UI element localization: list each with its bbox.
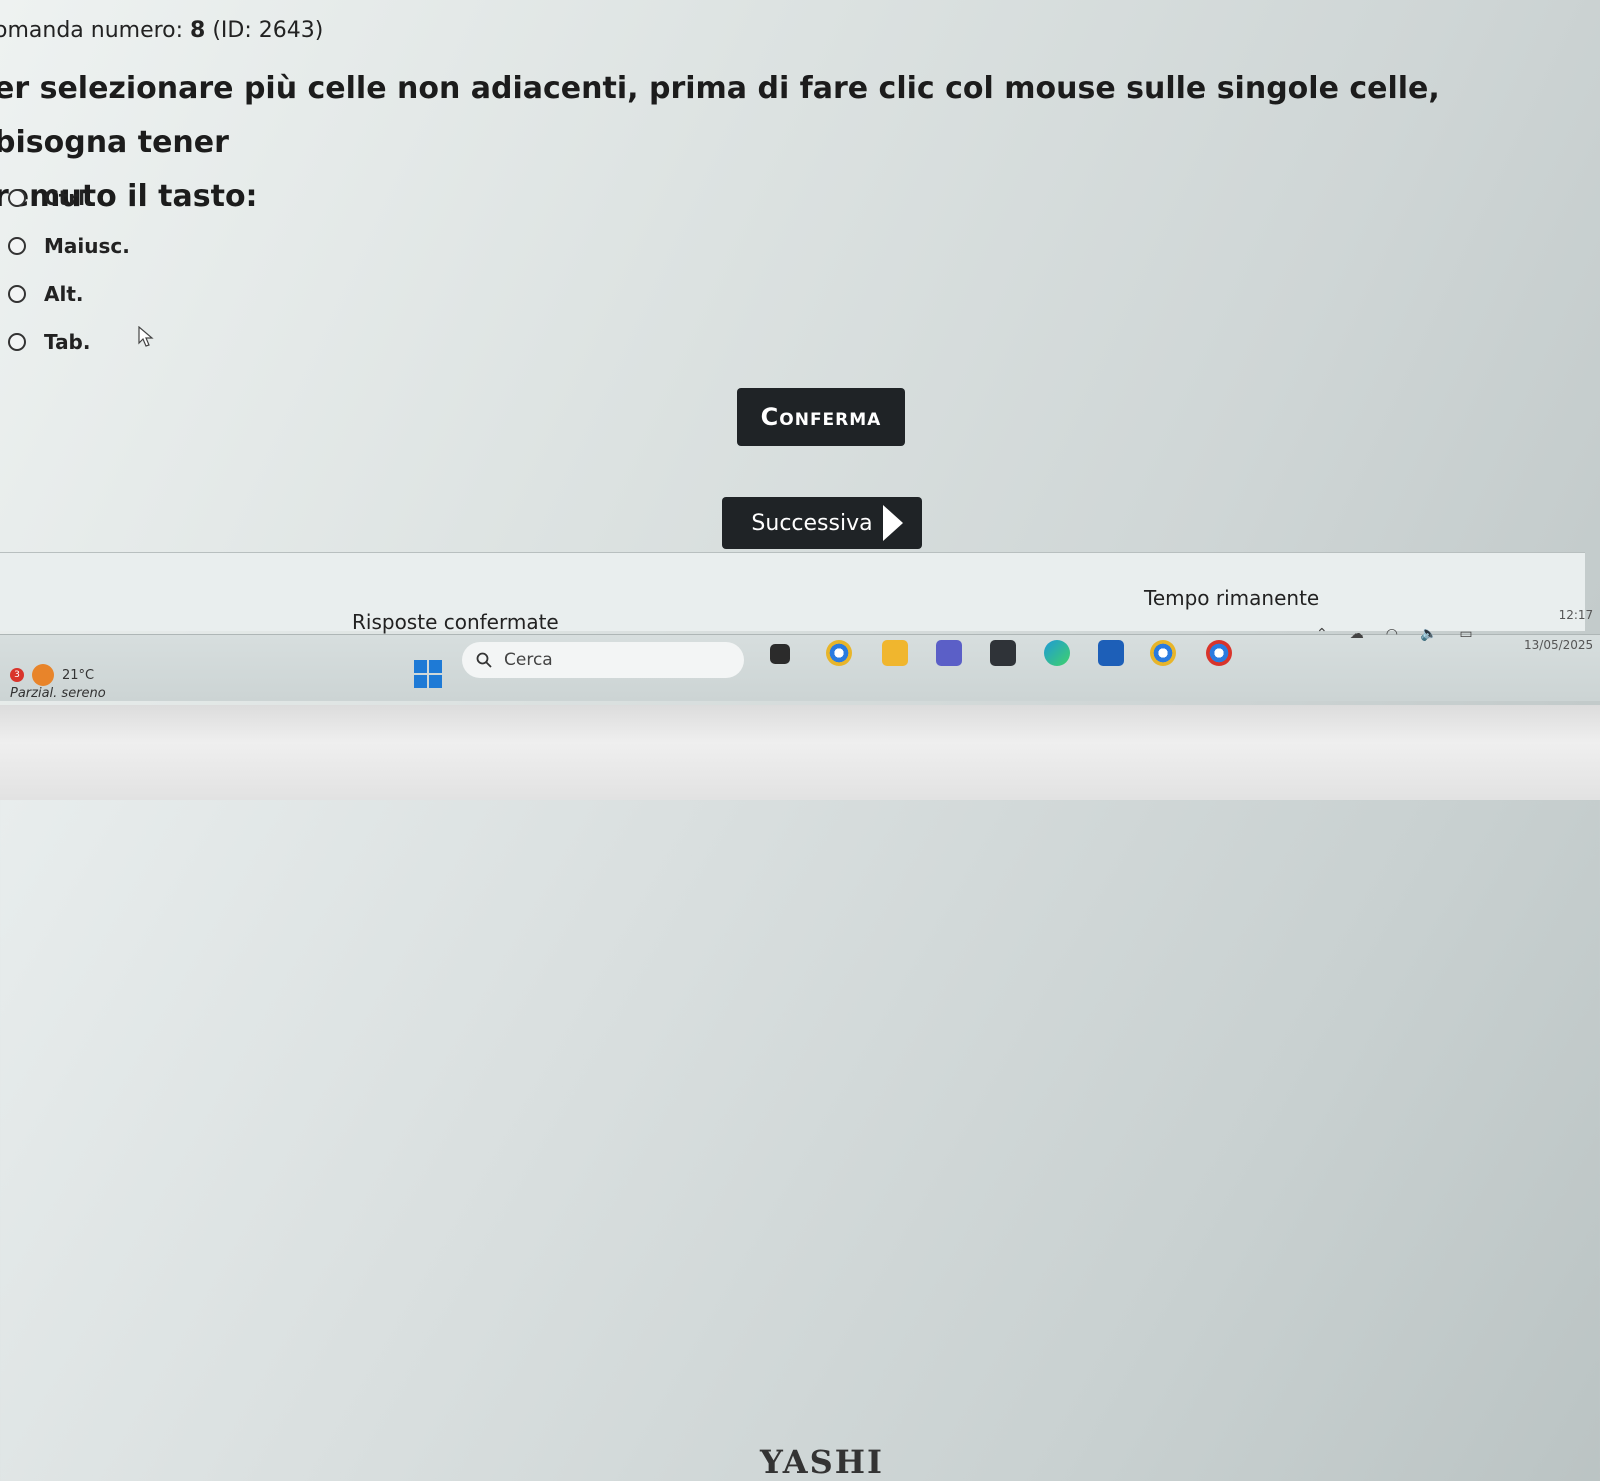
question-line-2: remuto il tasto: <box>0 179 258 214</box>
search-placeholder: Cerca <box>504 650 553 670</box>
option-label: Maiusc. <box>44 234 130 258</box>
sun-icon <box>32 664 54 686</box>
chrome-alt-icon[interactable] <box>1206 640 1232 666</box>
next-button-label: Successiva <box>751 510 873 536</box>
radio-button[interactable] <box>8 333 26 351</box>
question-text: er selezionare più celle non adiacenti, … <box>0 62 1574 224</box>
chrome-icon[interactable] <box>826 640 852 666</box>
option-label: Ctrl. <box>44 186 93 210</box>
next-button[interactable]: Successiva <box>722 497 922 549</box>
cloud-icon[interactable]: ☁ <box>1350 626 1364 642</box>
wifi-icon[interactable]: ◠ <box>1386 626 1398 642</box>
search-icon <box>476 652 492 668</box>
task-view-icon[interactable] <box>770 644 790 664</box>
radio-button[interactable] <box>8 285 26 303</box>
radio-button[interactable] <box>8 237 26 255</box>
option-maiusc[interactable]: Maiusc. <box>8 234 130 258</box>
radio-button[interactable] <box>8 189 26 207</box>
chrome-profile-icon[interactable] <box>1150 640 1176 666</box>
laptop-bezel: YASHI <box>0 705 1600 1481</box>
option-tab[interactable]: Tab. <box>8 330 90 354</box>
clock-date: 13/05/2025 <box>1524 638 1594 652</box>
question-line-1: er selezionare più celle non adiacenti, … <box>0 71 1440 160</box>
clock[interactable]: 12:17 13/05/2025 <box>1524 600 1593 660</box>
weather-widget[interactable]: 3 21°C Parzial. sereno <box>10 664 106 701</box>
windows-start-icon[interactable] <box>414 660 442 688</box>
time-remaining-label: Tempo rimanente <box>1144 586 1320 610</box>
mouse-cursor-icon <box>138 326 154 347</box>
play-arrow-icon <box>882 505 903 541</box>
notification-badge: 3 <box>10 668 24 682</box>
speaker-mute-icon[interactable]: 🔈 <box>1420 626 1437 642</box>
chevron-up-icon[interactable]: ⌃ <box>1316 626 1328 642</box>
question-id: (ID: 2643) <box>205 18 324 43</box>
status-panel <box>0 552 1585 631</box>
question-header: omanda numero: 8 (ID: 2643) <box>0 18 323 43</box>
taskbar-search[interactable]: Cerca <box>462 642 744 678</box>
system-tray: ⌃ ☁ ◠ 🔈 ▭ <box>1316 626 1473 642</box>
screen: omanda numero: 8 (ID: 2643) er seleziona… <box>0 0 1600 705</box>
brand-logo: YASHI <box>760 1443 884 1481</box>
store-icon[interactable] <box>990 640 1016 666</box>
option-label: Alt. <box>44 282 84 306</box>
battery-icon[interactable]: ▭ <box>1459 626 1472 642</box>
weather-temperature: 21°C <box>62 667 95 683</box>
file-explorer-icon[interactable] <box>882 640 908 666</box>
clock-time: 12:17 <box>1558 608 1594 622</box>
question-number: 8 <box>190 18 206 43</box>
taskbar <box>0 634 1600 701</box>
question-number-prefix: omanda numero: <box>0 18 191 43</box>
weather-description: Parzial. sereno <box>10 686 106 701</box>
option-ctrl[interactable]: Ctrl. <box>8 186 93 210</box>
word-icon[interactable] <box>1098 640 1124 666</box>
option-label: Tab. <box>44 330 91 354</box>
edge-icon[interactable] <box>1044 640 1070 666</box>
answers-confirmed-label: Risposte confermate <box>352 610 559 634</box>
option-alt[interactable]: Alt. <box>8 282 84 306</box>
confirm-button[interactable]: Conferma <box>737 388 905 446</box>
teams-icon[interactable] <box>936 640 962 666</box>
